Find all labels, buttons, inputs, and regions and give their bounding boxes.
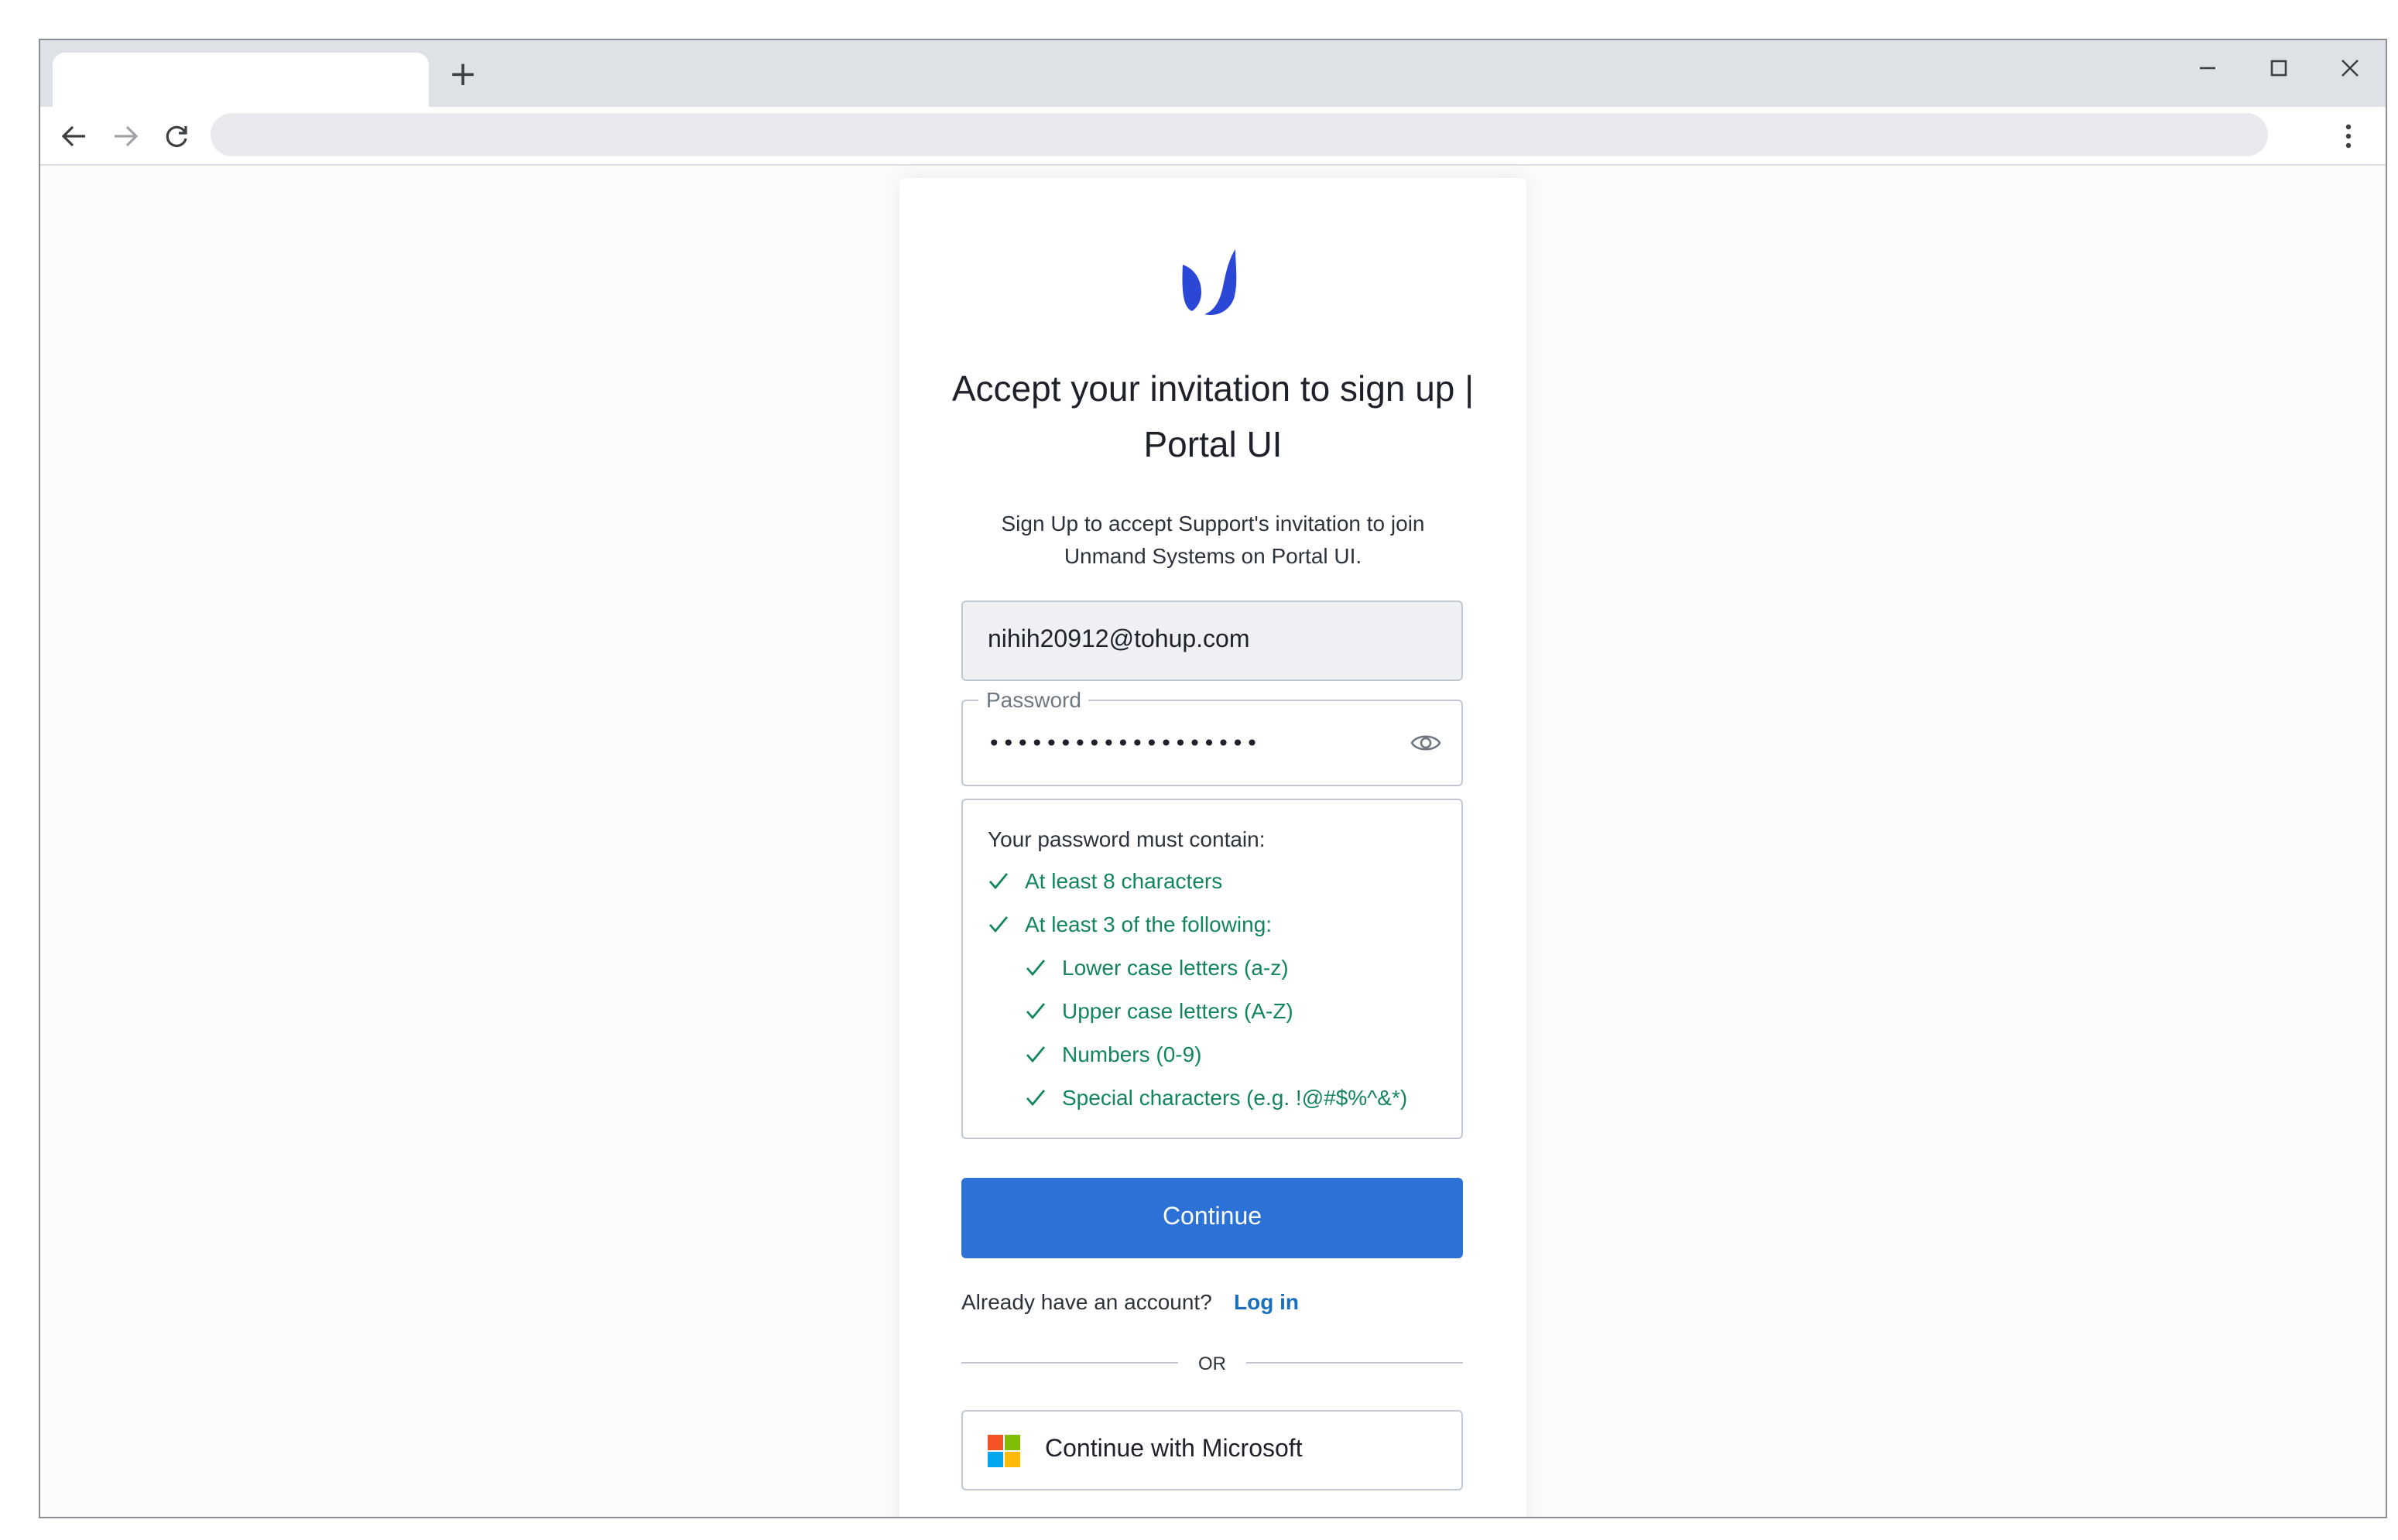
password-value[interactable]: ••••••••••••••••••• (988, 729, 1260, 760)
maximize-icon[interactable] (2260, 50, 2297, 87)
check-icon (1026, 1090, 1046, 1107)
password-label: Password (978, 686, 1089, 714)
browser-window: + Accept your invitation to sign up | Po… (39, 39, 2387, 1518)
check-icon (1026, 960, 1046, 977)
rules-heading: Your password must contain: (988, 826, 1266, 851)
password-field[interactable]: Password ••••••••••••••••••• (961, 686, 1463, 786)
password-rules-box: Your password must contain: At least 8 c… (961, 799, 1463, 1139)
rule-label: Upper case letters (A-Z) (1062, 998, 1293, 1023)
close-icon[interactable] (2331, 50, 2369, 87)
divider-left (961, 1362, 1178, 1364)
rule-label: Special characters (e.g. !@#$%^&*) (1062, 1085, 1408, 1110)
microsoft-button-label: Continue with Microsoft (1045, 1436, 1303, 1463)
rule-label: At least 3 of the following: (1025, 912, 1273, 936)
address-bar[interactable] (211, 113, 2268, 156)
new-tab-button[interactable]: + (446, 58, 480, 93)
divider-right (1246, 1362, 1463, 1364)
back-arrow-icon[interactable] (57, 119, 91, 153)
microsoft-logo-icon (988, 1435, 1020, 1467)
more-vert-icon[interactable] (2333, 119, 2364, 153)
tab-strip: + (40, 40, 2386, 107)
minimize-icon[interactable] (2189, 50, 2226, 87)
browser-toolbar (40, 107, 2386, 166)
rule-label: Numbers (0-9) (1062, 1042, 1202, 1066)
browser-tab[interactable] (53, 53, 429, 107)
brand-logo (1182, 249, 1237, 316)
page-viewport: Accept your invitation to sign up | Port… (40, 166, 2386, 1517)
continue-with-microsoft-button[interactable]: Continue with Microsoft (961, 1410, 1463, 1490)
check-icon (988, 916, 1009, 933)
rule-label: Lower case letters (a-z) (1062, 955, 1289, 980)
rule-label: At least 8 characters (1025, 868, 1223, 893)
continue-button[interactable]: Continue (961, 1178, 1463, 1258)
page-title: Accept your invitation to sign up | Port… (951, 368, 1475, 464)
reload-icon[interactable] (159, 119, 194, 153)
or-separator: OR (1198, 1353, 1226, 1374)
check-icon (1026, 1003, 1046, 1020)
check-icon (988, 873, 1009, 890)
login-link[interactable]: Log in (1234, 1286, 1299, 1317)
email-field[interactable]: nihih20912@tohup.com (961, 601, 1463, 681)
signup-card: Accept your invitation to sign up | Port… (899, 178, 1526, 1517)
eye-icon[interactable] (1409, 727, 1443, 758)
check-icon (1026, 1046, 1046, 1063)
already-account-text: Already have an account? (961, 1289, 1212, 1314)
page-subtitle: Sign Up to accept Support's invitation t… (1001, 511, 1425, 568)
forward-arrow-icon[interactable] (108, 119, 142, 153)
